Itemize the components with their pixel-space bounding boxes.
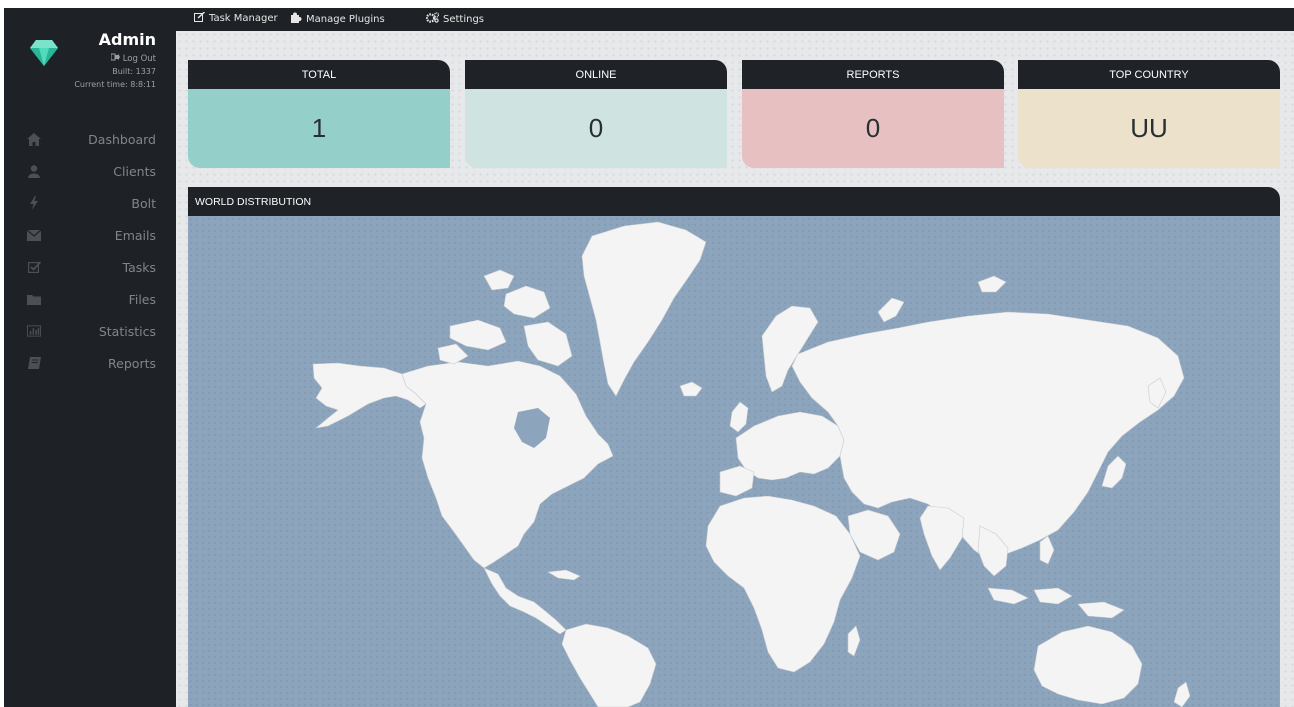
puzzle-icon <box>290 12 302 26</box>
diamond-logo-icon <box>30 40 58 70</box>
manage-plugins-link[interactable]: Manage Plugins <box>290 12 385 26</box>
arctic-islands-5 <box>437 343 469 365</box>
task-manager-link[interactable]: Task Manager <box>194 11 278 25</box>
country-north-america <box>401 360 614 569</box>
sidebar-item-statistics[interactable]: Statistics <box>4 315 176 347</box>
country-uk <box>729 401 749 433</box>
country-severny-islands <box>977 275 1007 293</box>
sidebar-item-files[interactable]: Files <box>4 283 176 315</box>
country-philippines <box>1039 535 1055 565</box>
country-japan <box>1101 455 1127 489</box>
user-icon <box>27 164 41 178</box>
sidebar-nav: Dashboard Clients Bolt Emails Tasks File… <box>4 123 176 379</box>
logout-icon <box>110 53 120 64</box>
folder-icon <box>27 292 41 306</box>
logout-label: Log Out <box>122 53 156 64</box>
world-map[interactable] <box>188 216 1280 707</box>
country-indonesia-1 <box>987 587 1029 605</box>
checkbox-icon <box>27 260 41 274</box>
country-india <box>919 505 965 571</box>
sidebar: Admin Log Out Built: 1337 Current time: … <box>4 8 176 707</box>
country-south-america <box>561 623 657 707</box>
logout-link[interactable]: Log Out <box>110 53 156 64</box>
caribbean-islands <box>547 569 581 581</box>
edit-icon <box>194 11 206 25</box>
sidebar-item-tasks[interactable]: Tasks <box>4 251 176 283</box>
sidebar-item-dashboard[interactable]: Dashboard <box>4 123 176 155</box>
world-map-svg <box>312 221 1191 707</box>
country-europe-main <box>735 411 845 481</box>
sidebar-item-label: Clients <box>113 163 156 179</box>
arctic-islands-3 <box>523 321 573 367</box>
user-name: Admin <box>98 30 156 49</box>
sidebar-item-label: Emails <box>114 227 156 243</box>
settings-link[interactable]: Settings <box>425 12 485 26</box>
country-madagascar <box>847 625 861 657</box>
top-nav-bar: Task Manager Manage Plugins Settings <box>176 8 1294 31</box>
stat-card-title: ONLINE <box>465 60 727 89</box>
task-manager-label: Task Manager <box>209 13 278 24</box>
envelope-icon <box>27 228 41 242</box>
home-icon <box>27 132 41 146</box>
book-icon <box>27 356 41 370</box>
arctic-islands-1 <box>449 319 507 351</box>
stat-card-total: TOTAL 1 <box>188 60 450 168</box>
country-novaya-zemlya <box>877 297 905 323</box>
sidebar-item-label: Bolt <box>131 195 156 211</box>
stat-card-online: ONLINE 0 <box>465 60 727 168</box>
sidebar-item-reports[interactable]: Reports <box>4 347 176 379</box>
stat-card-value: 0 <box>465 89 727 168</box>
country-greenland <box>581 221 707 397</box>
manage-plugins-label: Manage Plugins <box>306 13 385 25</box>
sidebar-item-label: Dashboard <box>88 131 156 147</box>
arctic-islands-4 <box>483 269 515 291</box>
stat-card-value: 1 <box>188 89 450 168</box>
world-distribution-title: WORLD DISTRIBUTION <box>188 187 1280 216</box>
sidebar-item-bolt[interactable]: Bolt <box>4 187 176 219</box>
current-time: Current time: 8:8:11 <box>74 80 156 89</box>
sidebar-item-emails[interactable]: Emails <box>4 219 176 251</box>
country-new-guinea <box>1077 601 1125 619</box>
sidebar-item-label: Tasks <box>122 259 157 275</box>
country-africa <box>705 495 861 673</box>
stat-card-title: REPORTS <box>742 60 1004 89</box>
bolt-icon <box>27 196 41 210</box>
sidebar-item-label: Statistics <box>98 323 156 339</box>
country-indonesia-2 <box>1033 587 1073 605</box>
country-mexico-central-america <box>483 567 567 635</box>
stat-card-title: TOP COUNTRY <box>1018 60 1280 89</box>
build-info: Built: 1337 <box>112 67 156 76</box>
stat-card-reports: REPORTS 0 <box>742 60 1004 168</box>
gears-icon <box>425 12 440 26</box>
stat-card-value: UU <box>1018 89 1280 168</box>
stat-card-title: TOTAL <box>188 60 450 89</box>
settings-label: Settings <box>443 13 485 25</box>
world-distribution-panel: WORLD DISTRIBUTION <box>188 187 1280 707</box>
main-content: TOTAL 1 ONLINE 0 REPORTS 0 TOP COUNTRY U… <box>176 31 1294 707</box>
arctic-islands-2 <box>503 285 551 319</box>
country-iberia <box>719 465 755 497</box>
sidebar-item-clients[interactable]: Clients <box>4 155 176 187</box>
sidebar-item-label: Files <box>128 291 156 307</box>
stat-card-top-country: TOP COUNTRY UU <box>1018 60 1280 168</box>
country-australia <box>1033 625 1143 705</box>
sidebar-item-label: Reports <box>108 355 156 371</box>
country-iceland <box>679 381 703 397</box>
stat-card-value: 0 <box>742 89 1004 168</box>
bar-chart-icon <box>27 324 41 338</box>
country-new-zealand <box>1173 681 1191 707</box>
